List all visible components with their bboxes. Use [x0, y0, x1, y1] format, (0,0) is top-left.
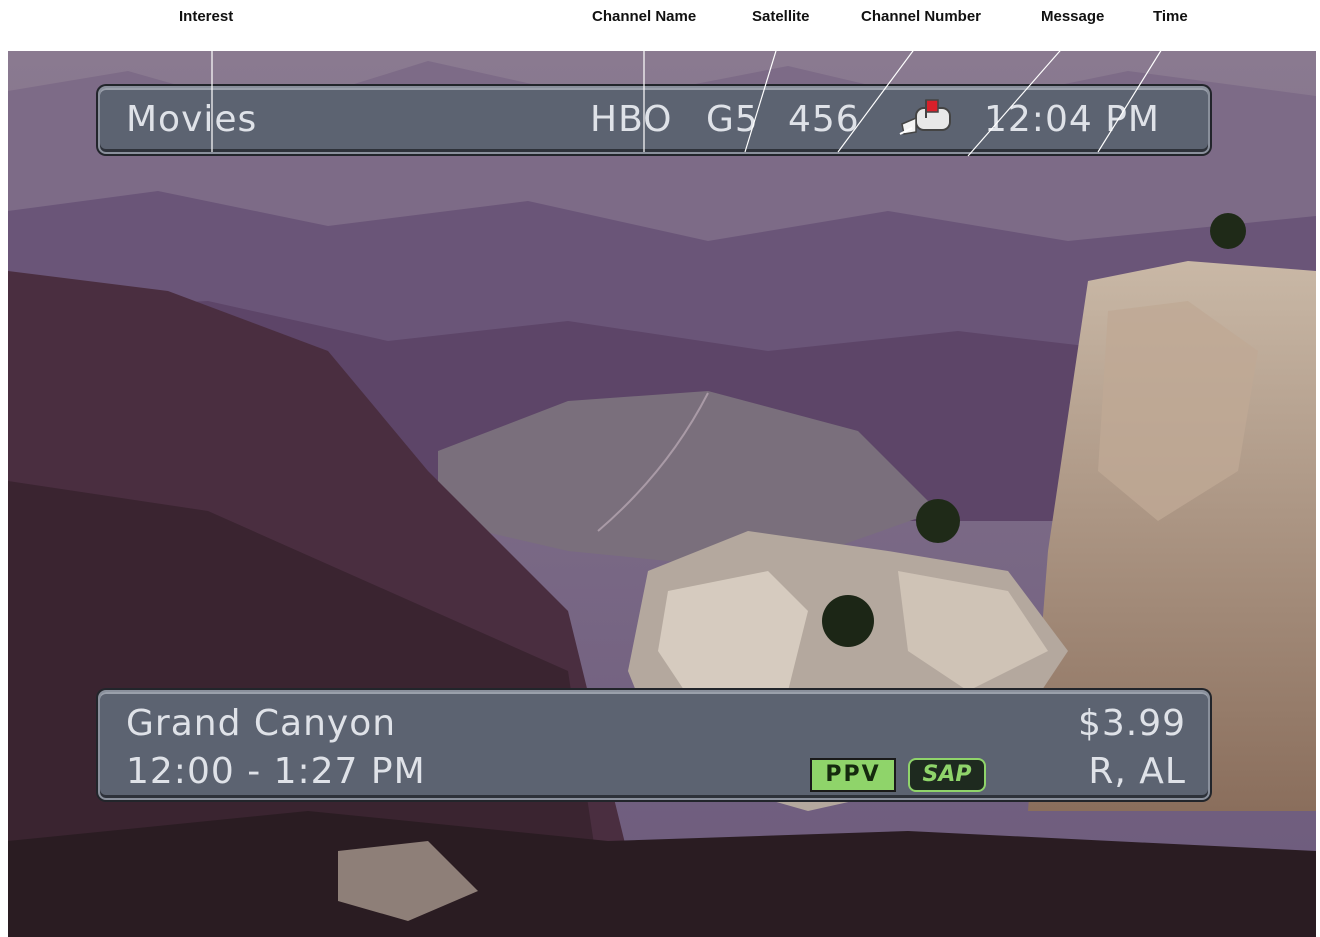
- satellite-label: G5: [706, 99, 759, 140]
- channel-name-label: HBO: [590, 99, 673, 140]
- program-info-bar: Grand Canyon 12:00 - 1:27 PM PPV SAP $3.…: [98, 690, 1210, 800]
- program-time-range: 12:00 - 1:27 PM: [126, 751, 426, 792]
- callout-message: Message: [1041, 8, 1105, 25]
- canyon-background-image: [8, 51, 1316, 937]
- callout-channel-number: Channel Number: [861, 8, 982, 25]
- callout-interest: Interest: [179, 8, 234, 25]
- program-price: $3.99: [1077, 703, 1186, 744]
- channel-number-label: 456: [788, 99, 860, 140]
- time-label: 12:04 PM: [984, 99, 1160, 140]
- callout-channel-name: Channel Name: [592, 8, 697, 25]
- ppv-badge: PPV: [810, 758, 896, 792]
- mailbox-icon: [899, 99, 951, 135]
- sap-badge: SAP: [908, 758, 986, 792]
- interest-label: Movies: [126, 99, 258, 140]
- channel-info-bar: Movies HBO G5 456 12:04 PM: [98, 86, 1210, 154]
- canyon-illustration: [8, 51, 1316, 937]
- program-rating: R, AL: [1088, 751, 1186, 792]
- callout-time: Time: [1153, 8, 1188, 25]
- program-title: Grand Canyon: [126, 703, 397, 744]
- callout-satellite: Satellite: [752, 8, 810, 25]
